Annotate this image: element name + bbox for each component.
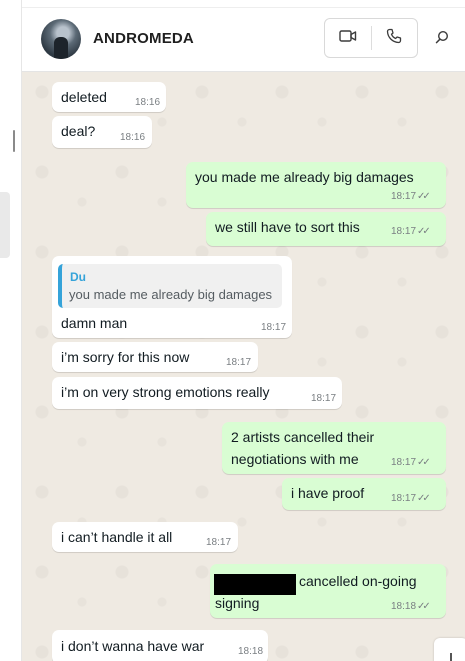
message-outgoing[interactable]: we still have to sort this 18:17 ✓✓ [206, 212, 446, 246]
message-time: 18:18 [391, 601, 417, 612]
panel-resize-indicator [13, 130, 15, 152]
voice-call-icon [386, 28, 402, 49]
message-time: 18:16 [120, 132, 146, 143]
voice-call-button[interactable] [371, 19, 417, 57]
quoted-author: Du [70, 270, 86, 284]
message-time: 18:17 [226, 357, 252, 368]
message-text-line2: negotiations with me [231, 451, 359, 467]
message-time: 18:17 [391, 226, 417, 237]
chat-area[interactable]: deleted 18:16 deal? 18:16 you made me al… [22, 72, 465, 661]
message-text-line2: signing [215, 595, 260, 611]
message-incoming[interactable]: i’m on very strong emotions really 18:17 [52, 377, 342, 409]
delivered-ticks-icon: ✓✓ [417, 493, 431, 504]
message-time: 18:17 [391, 493, 417, 504]
delivered-ticks-icon: ✓✓ [417, 457, 431, 468]
message-text: i’m on very strong emotions really [61, 384, 270, 400]
message-text: we still have to sort this [215, 219, 360, 235]
message-incoming[interactable]: i can’t handle it all 18:17 [52, 522, 238, 552]
video-call-icon [339, 29, 357, 48]
message-text: i have proof [291, 485, 365, 501]
search-icon [435, 30, 449, 49]
chat-header: ANDROMEDA [22, 8, 465, 72]
message-incoming-reply[interactable]: Du you made me already big damages damn … [52, 256, 292, 338]
message-outgoing[interactable]: 2 artists cancelled their negotiations w… [222, 422, 446, 474]
message-time: 18:17 [391, 191, 417, 202]
message-outgoing[interactable]: you made me already big damages 18:17 ✓✓ [186, 162, 446, 208]
avatar[interactable] [41, 19, 81, 59]
message-text-line1: cancelled on-going [299, 573, 417, 589]
message-outgoing[interactable]: cancelled on-going signing 18:18 ✓✓ [210, 564, 446, 618]
message-outgoing[interactable]: i have proof 18:17 ✓✓ [282, 478, 446, 510]
message-text: i can’t handle it all [61, 529, 173, 545]
message-text-line1: 2 artists cancelled their [231, 429, 375, 445]
quoted-message[interactable]: Du you made me already big damages [58, 264, 282, 308]
message-incoming[interactable]: deal? 18:16 [52, 116, 152, 148]
search-button[interactable] [432, 29, 452, 49]
message-time: 18:17 [261, 322, 287, 333]
message-text: deleted [61, 89, 107, 105]
message-text: damn man [61, 315, 128, 331]
panel-collapse-handle[interactable] [0, 192, 10, 258]
call-button-group [324, 18, 418, 58]
message-text: deal? [61, 123, 96, 139]
left-panel-strip [0, 0, 22, 661]
window-top-bar [22, 0, 465, 8]
contact-name[interactable]: ANDROMEDA [93, 30, 194, 47]
message-time: 18:16 [135, 97, 161, 108]
message-time: 18:17 [206, 537, 232, 548]
scroll-to-bottom-button[interactable] [434, 638, 465, 661]
message-incoming[interactable]: i don’t wanna have war 18:18 [52, 630, 268, 661]
message-incoming[interactable]: deleted 18:16 [52, 82, 166, 112]
message-text: i don’t wanna have war [61, 638, 205, 654]
message-text: you made me already big damages [195, 169, 414, 185]
redacted-name-block [214, 574, 296, 595]
video-call-button[interactable] [325, 19, 371, 57]
delivered-ticks-icon: ✓✓ [417, 226, 431, 237]
delivered-ticks-icon: ✓✓ [417, 191, 431, 202]
message-incoming[interactable]: i’m sorry for this now 18:17 [52, 342, 258, 372]
quoted-text: you made me already big damages [69, 287, 273, 302]
message-time: 18:18 [238, 646, 264, 657]
delivered-ticks-icon: ✓✓ [417, 601, 431, 612]
message-time: 18:17 [311, 393, 337, 404]
message-time: 18:17 [391, 457, 417, 468]
message-text: i’m sorry for this now [61, 349, 190, 365]
